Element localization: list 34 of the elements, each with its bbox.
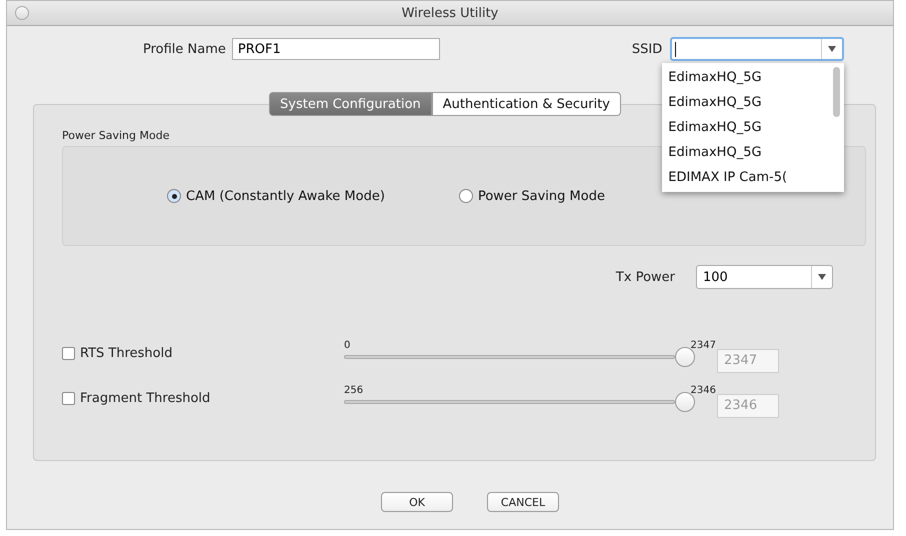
scrollbar-thumb[interactable] xyxy=(833,67,840,117)
window-title: Wireless Utility xyxy=(402,6,498,20)
dropdown-option[interactable]: EdimaxHQ_5G xyxy=(662,90,844,115)
profile-name-field[interactable]: PROF1 xyxy=(232,38,440,60)
dropdown-option[interactable]: EdimaxHQ_5G xyxy=(662,65,844,90)
tab[interactable]: Authentication & Security xyxy=(432,92,621,116)
dropdown-option[interactable]: EdimaxHQ_5G xyxy=(662,115,844,140)
threshold-label: RTS Threshold xyxy=(80,346,174,361)
checkbox[interactable] xyxy=(62,347,75,360)
dropdown-option[interactable]: EdimaxHQ_5G xyxy=(662,140,844,165)
slider-thumb[interactable] xyxy=(675,392,695,412)
caret-icon xyxy=(818,274,826,280)
slider-max-label: 2346 xyxy=(690,385,716,396)
ssid-label: SSID xyxy=(632,42,662,56)
slider[interactable] xyxy=(344,347,695,367)
radio-option[interactable]: Power Saving Mode xyxy=(458,188,605,204)
slider-thumb[interactable] xyxy=(675,347,695,367)
tab[interactable]: System Configuration xyxy=(269,92,432,116)
slider-min-label: 256 xyxy=(344,385,364,396)
group-title: Power Saving Mode xyxy=(62,129,170,142)
slider[interactable] xyxy=(344,392,695,412)
ok-button[interactable]: OK xyxy=(381,492,453,512)
slider-min-label: 0 xyxy=(344,340,350,351)
caret-icon xyxy=(828,46,836,52)
dropdown-option[interactable]: EDIMAX IP Cam-5( xyxy=(662,165,844,190)
tx-power-select[interactable]: 100 xyxy=(696,265,833,289)
tx-power-label: Tx Power xyxy=(616,270,675,284)
profile-name-label: Profile Name xyxy=(143,42,226,56)
threshold-label: Fragment Threshold xyxy=(80,391,212,406)
cancel-button[interactable]: CANCEL xyxy=(487,492,559,512)
slider-max-label: 2347 xyxy=(690,340,716,351)
checkbox[interactable] xyxy=(62,392,75,405)
radio-option[interactable]: CAM (Constantly Awake Mode) xyxy=(167,188,385,204)
close-button[interactable] xyxy=(15,6,29,20)
